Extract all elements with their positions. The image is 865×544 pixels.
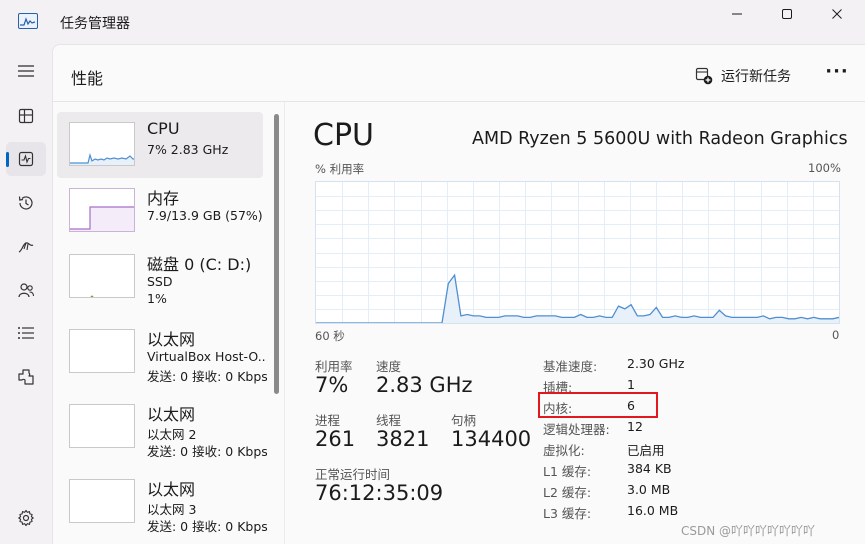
resource-name: CPU: [147, 119, 180, 138]
resource-name: 以太网: [147, 330, 196, 349]
performance-icon: [18, 151, 34, 167]
spec-value: 1: [627, 377, 635, 392]
spec-value: 2.30 GHz: [627, 356, 685, 371]
speed-value: 2.83 GHz: [376, 373, 473, 397]
graph-y-max-label: 100%: [808, 161, 841, 175]
spec-value: 3.0 MB: [627, 482, 671, 497]
resource-detail: VirtualBox Host-O...: [147, 349, 267, 364]
spec-value: 384 KB: [627, 461, 672, 476]
nav-processes[interactable]: [6, 99, 46, 133]
maximize-button[interactable]: [764, 0, 810, 28]
graph-x-min-label: 0: [832, 328, 840, 342]
resource-detail: 7.9/13.9 GB (57%): [147, 208, 263, 223]
minimize-icon: [732, 13, 742, 15]
cpu-model-name: AMD Ryzen 5 5600U with Radeon Graphics: [472, 129, 848, 149]
threads-value: 3821: [376, 427, 430, 451]
resource-detail: SSD: [147, 274, 173, 289]
cores-highlight-box: [538, 392, 658, 418]
nav-settings[interactable]: [6, 501, 46, 535]
resource-item-ethernet-2[interactable]: 以太网 以太网 2 发送: 0 接收: 0 Kbps: [57, 394, 267, 460]
nav-startup[interactable]: [6, 230, 46, 264]
resource-list-scrollbar[interactable]: [274, 114, 279, 394]
content-panel: 性能 运行新任务 ··· CPU 7% 2.83 GHz 内存 7.9/13.9…: [52, 44, 865, 544]
nav-users[interactable]: [6, 273, 46, 307]
more-options-button[interactable]: ···: [825, 61, 849, 87]
close-icon: [832, 9, 842, 19]
page-title: 性能: [71, 69, 104, 88]
processes-value: 261: [315, 427, 356, 451]
hamburger-icon: [18, 65, 34, 77]
spec-label: 基准速度:: [543, 359, 598, 374]
spec-label: L1 缓存:: [543, 464, 592, 479]
disk-thumbnail-graph: [69, 254, 135, 298]
resource-name: 磁盘 0 (C: D:): [147, 255, 252, 274]
resource-item-memory[interactable]: 内存 7.9/13.9 GB (57%): [57, 178, 263, 244]
run-new-task-button[interactable]: 运行新任务: [695, 63, 791, 89]
services-icon: [18, 369, 34, 385]
run-new-task-icon: [695, 67, 713, 85]
close-button[interactable]: [814, 0, 860, 28]
navigation-rail: [0, 44, 52, 544]
spec-label: L2 缓存:: [543, 485, 592, 500]
nav-performance[interactable]: [6, 142, 46, 176]
resource-name: 以太网: [147, 480, 196, 499]
ethernet-thumbnail-graph: [69, 479, 135, 523]
nav-menu-button[interactable]: [6, 54, 46, 88]
resource-detail: 发送: 0 接收: 0 Kbps: [147, 444, 267, 459]
app-history-icon: [18, 196, 33, 210]
graph-y-label: % 利用率: [315, 162, 365, 176]
resource-detail: 发送: 0 接收: 0 Kbps: [147, 369, 267, 384]
spec-label: L3 缓存:: [543, 506, 592, 521]
resource-detail: 1%: [147, 291, 167, 306]
resource-item-disk[interactable]: 磁盘 0 (C: D:) SSD 1%: [57, 244, 263, 310]
detail-title: CPU: [313, 118, 374, 153]
resource-detail: 7% 2.83 GHz: [147, 142, 229, 157]
resource-item-cpu[interactable]: CPU 7% 2.83 GHz: [57, 112, 263, 178]
cpu-usage-chart: [316, 182, 840, 324]
uptime-value: 76:12:35:09: [315, 481, 444, 505]
startup-icon: [18, 242, 34, 253]
resource-item-ethernet-1[interactable]: 以太网 VirtualBox Host-O... 发送: 0 接收: 0 Kbp…: [57, 319, 267, 385]
resource-name: 以太网: [147, 405, 196, 424]
maximize-icon: [782, 9, 792, 19]
watermark: CSDN @吖吖吖吖吖吖吖: [681, 524, 816, 538]
window-title: 任务管理器: [60, 16, 130, 32]
nav-app-history[interactable]: [6, 186, 46, 220]
settings-icon: [18, 509, 34, 527]
graph-x-label: 60 秒: [315, 329, 345, 343]
processes-icon: [18, 108, 34, 124]
utilization-value: 7%: [315, 373, 349, 397]
resource-list: CPU 7% 2.83 GHz 内存 7.9/13.9 GB (57%) 磁盘 …: [53, 102, 283, 544]
spec-label: 虚拟化:: [543, 443, 585, 458]
resource-name: 内存: [147, 189, 180, 208]
nav-details[interactable]: [6, 316, 46, 350]
task-manager-app-icon: [18, 13, 38, 29]
details-icon: [18, 327, 34, 339]
spec-value: 已启用: [627, 443, 665, 458]
spec-value: 16.0 MB: [627, 503, 679, 518]
handles-value: 134400: [451, 427, 532, 451]
nav-services[interactable]: [6, 360, 46, 394]
memory-thumbnail-graph: [69, 188, 135, 232]
list-separator: [284, 102, 285, 544]
cpu-thumbnail-graph: [69, 122, 135, 166]
resource-detail: 发送: 0 接收: 0 Kbps: [147, 519, 267, 534]
spec-value: 12: [627, 419, 643, 434]
users-icon: [18, 283, 35, 298]
cpu-usage-graph: [315, 181, 840, 324]
minimize-button[interactable]: [714, 0, 760, 28]
title-bar: 任务管理器: [0, 0, 865, 44]
ethernet-thumbnail-graph: [69, 329, 135, 373]
spec-label: 逻辑处理器:: [543, 422, 610, 437]
resource-item-ethernet-3[interactable]: 以太网 以太网 3 发送: 0 接收: 0 Kbps: [57, 469, 267, 535]
run-new-task-label: 运行新任务: [721, 69, 791, 85]
ethernet-thumbnail-graph: [69, 404, 135, 448]
